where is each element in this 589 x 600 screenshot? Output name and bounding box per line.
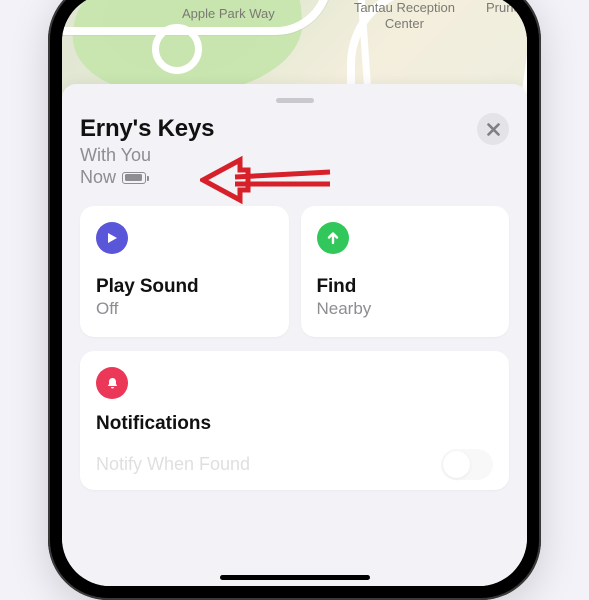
sheet-grabber[interactable] <box>276 98 314 103</box>
notify-when-found-label: Notify When Found <box>96 454 250 475</box>
close-button[interactable] <box>477 113 509 145</box>
item-status-location: With You <box>80 143 509 167</box>
notifications-section: Notifications Notify When Found <box>80 351 509 490</box>
play-sound-card[interactable]: Play Sound Off <box>80 206 289 337</box>
play-sound-state: Off <box>96 299 273 319</box>
item-header: Erny's Keys With You Now <box>80 113 509 200</box>
play-icon <box>96 222 128 254</box>
map-label-center: Tantau Reception Center <box>354 0 455 31</box>
bell-icon <box>96 367 128 399</box>
item-status-time: Now <box>80 167 116 188</box>
find-card[interactable]: Find Nearby <box>301 206 510 337</box>
screen: Apple Park Way Tantau Reception Center P… <box>62 0 527 586</box>
detail-sheet: Erny's Keys With You Now Play Sound Off <box>62 84 527 586</box>
find-label: Find <box>317 276 494 298</box>
home-indicator[interactable] <box>220 575 370 580</box>
find-state: Nearby <box>317 299 494 319</box>
map-label-right: Pruner <box>486 0 525 15</box>
map-label-park: Apple Park Way <box>182 6 275 21</box>
close-icon <box>487 123 500 136</box>
arrow-up-icon <box>317 222 349 254</box>
phone-frame: Apple Park Way Tantau Reception Center P… <box>48 0 541 600</box>
notify-when-found-toggle[interactable] <box>441 449 493 480</box>
notify-when-found-row[interactable]: Notify When Found <box>96 449 493 480</box>
item-title: Erny's Keys <box>80 115 509 143</box>
notifications-heading: Notifications <box>96 413 493 435</box>
play-sound-label: Play Sound <box>96 276 273 298</box>
battery-icon <box>122 172 146 184</box>
